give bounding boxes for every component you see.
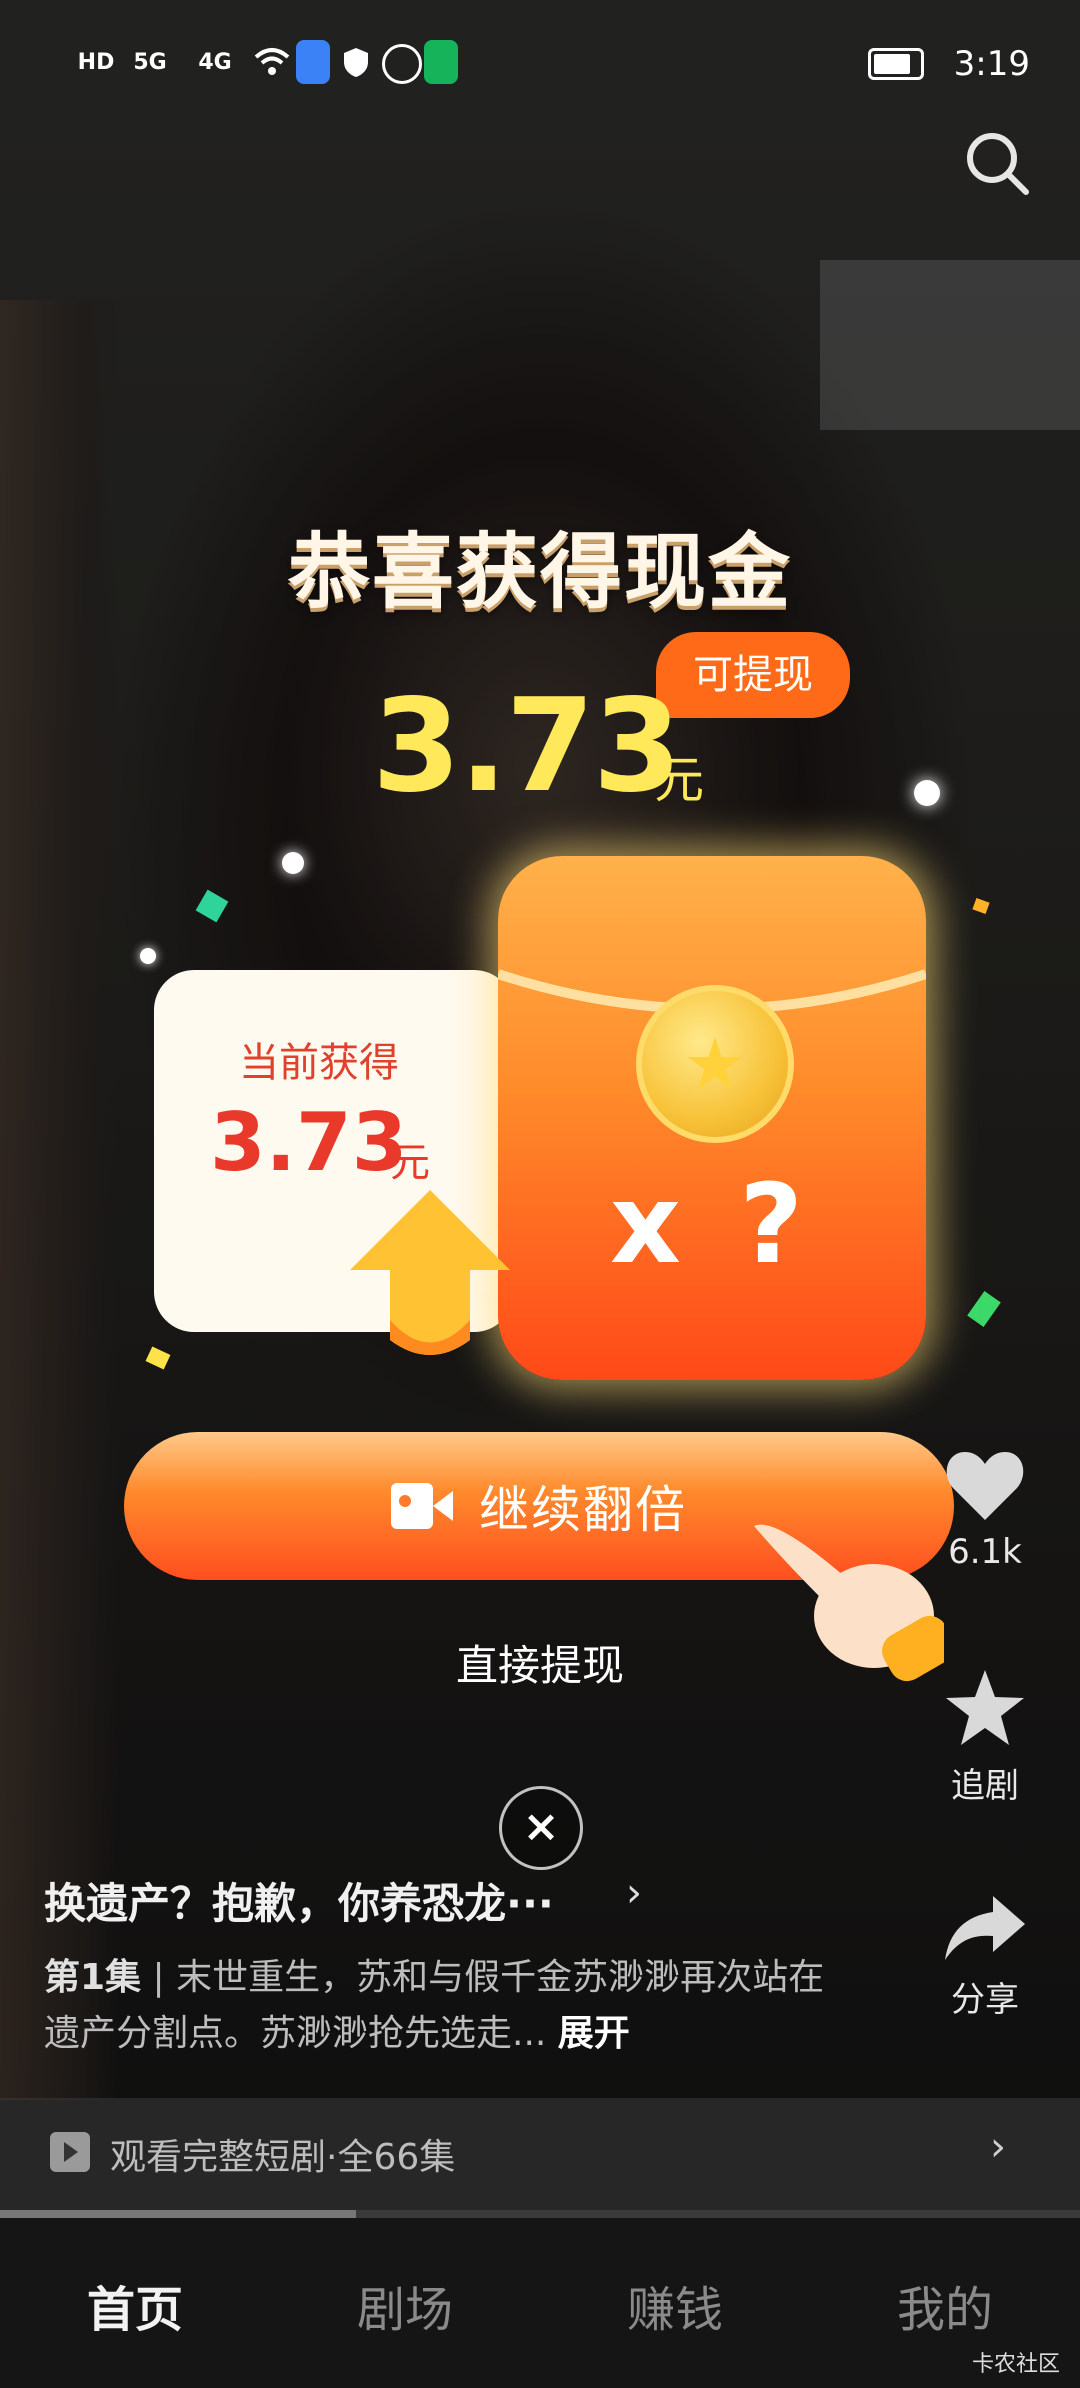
sparkle (914, 780, 940, 806)
like-count: 6.1k (948, 1532, 1022, 1572)
current-reward-label: 当前获得 (239, 1040, 399, 1086)
envelope-multiplier: x ? (610, 1160, 814, 1288)
hd-icon: HD (77, 49, 115, 75)
drama-title[interactable]: 换遗产？抱歉，你养恐龙··· (44, 1870, 554, 1931)
expand-link[interactable]: 展开 (558, 2013, 630, 2054)
search-icon[interactable] (962, 128, 1032, 198)
video-progress-fill (0, 2210, 357, 2218)
episode-label: 第1集 (44, 1957, 142, 1998)
watch-full-drama-text: 观看完整短剧·全66集 (110, 2137, 456, 2178)
share-button[interactable]: 分享 (930, 1892, 1040, 2021)
nav-item-me[interactable]: 我的 (810, 2270, 1080, 2340)
sparkle (282, 852, 304, 874)
separator: | (141, 1957, 177, 1998)
chevron-right-icon[interactable]: › (626, 1870, 642, 1916)
current-reward-amount: 3.73 (210, 1096, 408, 1189)
drama-description[interactable]: 第1集 | 末世重生，苏和与假千金苏渺渺再次站在遗产分割点。苏渺渺抢先选走...… (44, 1950, 844, 2062)
hand-icon (382, 44, 422, 84)
clock: 3:19 (953, 44, 1030, 84)
nav-item-theater[interactable]: 剧场 (270, 2270, 540, 2340)
sparkle (140, 948, 156, 964)
current-reward-unit: 元 (390, 1140, 430, 1186)
share-label: 分享 (951, 1980, 1019, 2020)
app-icon (296, 40, 330, 84)
wifi-icon (252, 40, 292, 84)
close-icon[interactable]: × (499, 1786, 583, 1870)
withdrawable-badge: 可提现 (656, 632, 850, 718)
signal-4g-icon: 4G (198, 49, 232, 75)
watermark: 卡农社区 (971, 2352, 1060, 2377)
chevron-right-icon: › (990, 2124, 1006, 2170)
video-camera-icon (391, 1483, 453, 1529)
signal-5g-icon: 5G (133, 49, 167, 75)
battery-icon (868, 48, 924, 80)
follow-drama-label: 追剧 (951, 1766, 1019, 1806)
popup-title: 恭喜获得现金 (287, 525, 792, 620)
share-arrow-icon (945, 1896, 1025, 1960)
reward-unit: 元 (654, 751, 704, 809)
nav-item-earn[interactable]: 赚钱 (540, 2270, 810, 2340)
star-icon: ★ (682, 1022, 748, 1106)
star-icon (946, 1670, 1024, 1745)
like-button[interactable]: 6.1k (930, 1448, 1040, 1572)
shield-icon (340, 40, 372, 84)
status-bar: HD 5G 4G 3:19 (0, 30, 1080, 100)
reward-amount: 3.73 (372, 672, 682, 821)
nav-item-home[interactable]: 首页 (0, 2270, 270, 2340)
arrow-up-icon (350, 1190, 510, 1355)
follow-drama-button[interactable]: 追剧 (930, 1668, 1040, 1807)
location-icon (424, 40, 458, 84)
continue-double-label: 继续翻倍 (479, 1481, 687, 1539)
withdraw-now-link[interactable]: 直接提现 (0, 1632, 1080, 1693)
heart-icon (946, 1452, 1024, 1520)
play-icon (50, 2132, 90, 2172)
